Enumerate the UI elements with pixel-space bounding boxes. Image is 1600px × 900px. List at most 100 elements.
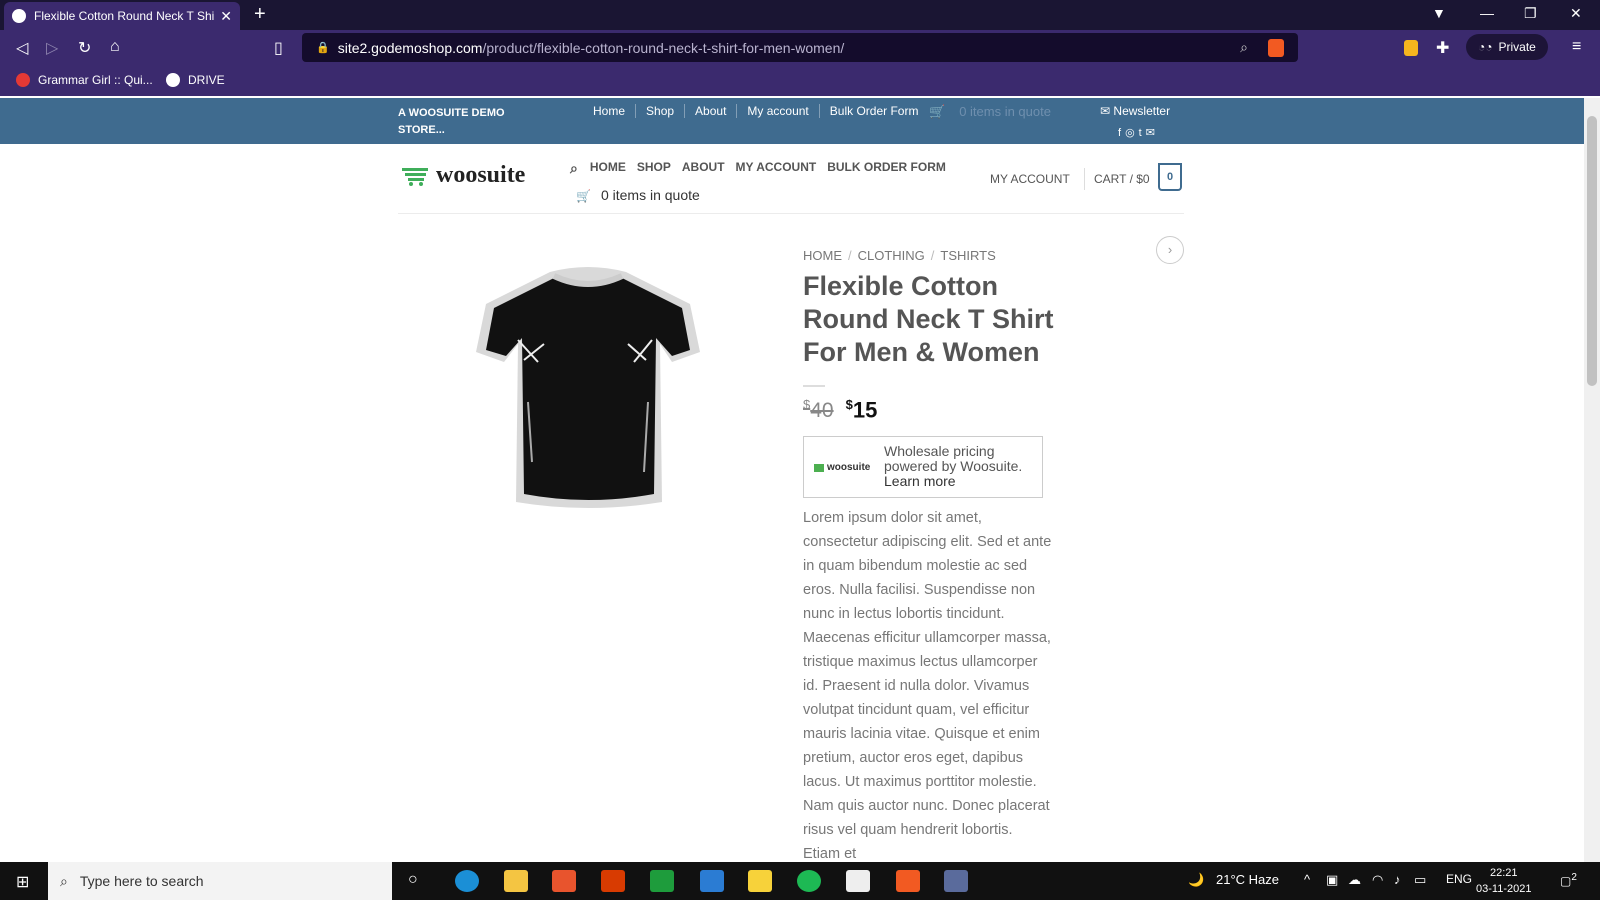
top-nav-shop[interactable]: Shop — [636, 104, 686, 118]
rewards-icon[interactable] — [1404, 40, 1418, 56]
search-placeholder: Type here to search — [79, 873, 204, 889]
battery-icon[interactable]: ▭ — [1414, 872, 1426, 888]
bookmark-grammar-girl[interactable]: Grammar Girl :: Qui... — [16, 73, 153, 87]
envelope-icon: ✉ — [1100, 104, 1111, 118]
edge-icon[interactable] — [455, 870, 479, 892]
wholesale-logo-text: woosuite — [827, 462, 871, 473]
cart-icon: 🛒 — [929, 104, 946, 119]
old-price-value: 40 — [810, 399, 834, 423]
browser-tab[interactable]: Flexible Cotton Round Neck T Shi ✕ — [4, 2, 240, 30]
quote-label: 0 items in quote — [600, 187, 700, 203]
logo-cart-icon — [402, 167, 428, 186]
wholesale-text: Wholesale pricing powered by Woosuite. L… — [884, 444, 1040, 489]
store-icon[interactable] — [700, 870, 724, 892]
calculator-icon[interactable] — [944, 870, 968, 892]
volume-icon[interactable]: ♪ — [1394, 872, 1401, 887]
email-icon[interactable]: ✉ — [1146, 127, 1159, 139]
taskbar-search[interactable]: ⌕ Type here to search — [48, 862, 392, 900]
top-nav-home[interactable]: Home — [583, 104, 637, 118]
newsletter-label: Newsletter — [1113, 104, 1171, 118]
nav-shop[interactable]: SHOP — [637, 160, 671, 177]
sale-price-value: 15 — [852, 397, 878, 423]
twitter-icon[interactable]: t — [1139, 127, 1146, 139]
cart-count-badge[interactable]: 0 — [1158, 163, 1182, 191]
breadcrumb-separator: / — [848, 248, 852, 263]
breadcrumb-home[interactable]: HOME — [803, 248, 842, 263]
notification-count: 2 — [1571, 872, 1577, 883]
brave-icon[interactable] — [896, 870, 920, 892]
page-scrollbar[interactable] — [1584, 98, 1600, 862]
search-icon[interactable]: ⌕ — [570, 160, 578, 177]
grammar-girl-icon — [16, 73, 30, 87]
bookmark-icon[interactable]: ▯ — [274, 38, 283, 58]
weather-text[interactable]: 21°C Haze — [1216, 872, 1279, 887]
close-window-button[interactable]: ✕ — [1570, 5, 1582, 22]
extensions-icon[interactable]: ✚ — [1436, 38, 1449, 58]
private-window-badge[interactable]: ◔◔ Private — [1466, 34, 1548, 60]
chevron-up-icon[interactable]: ^ — [1304, 872, 1310, 887]
logo-wordmark: woosuite — [436, 162, 526, 188]
product-title: Flexible Cotton Round Neck T Shirt For M… — [803, 271, 1054, 367]
header-my-account[interactable]: MY ACCOUNT — [990, 172, 1070, 186]
nav-home[interactable]: HOME — [590, 160, 626, 177]
header-cart-link[interactable]: CART / $0 — [1094, 172, 1150, 186]
social-icons: f◎t✉ — [1118, 126, 1159, 139]
site-top-bar: A WOOSUITE DEMO STORE... Home Shop About… — [0, 98, 1584, 144]
quote-link[interactable]: 🛒 0 items in quote — [576, 187, 700, 203]
learn-more-link[interactable]: Learn more — [884, 473, 956, 489]
nav-about[interactable]: ABOUT — [682, 160, 725, 177]
globe-icon — [12, 9, 26, 23]
instagram-icon[interactable]: ◎ — [1125, 127, 1139, 139]
site-header: woosuite ⌕ HOME SHOP ABOUT MY ACCOUNT BU… — [398, 144, 1184, 214]
zoom-icon[interactable]: ⌕ — [1240, 39, 1248, 56]
top-nav: Home Shop About My account Bulk Order Fo… — [583, 104, 928, 118]
minimize-button[interactable]: — — [1480, 5, 1494, 21]
forward-icon[interactable]: ▷ — [46, 38, 58, 58]
lock-icon: 🔒 — [316, 42, 330, 54]
office-icon[interactable] — [601, 870, 625, 892]
top-nav-bulk-order[interactable]: Bulk Order Form — [820, 104, 929, 118]
next-product-button[interactable]: › — [1156, 236, 1184, 264]
private-glasses-icon: ◔◔ — [1478, 40, 1493, 54]
tab-search-icon[interactable]: ▼ — [1432, 5, 1446, 21]
language-indicator[interactable]: ENG — [1446, 872, 1472, 886]
clock[interactable]: 22:21 03-11-2021 — [1476, 865, 1531, 897]
address-bar[interactable]: 🔒 site2.godemoshop.com /product/flexible… — [302, 33, 1298, 62]
site-logo[interactable]: woosuite — [402, 162, 525, 189]
back-icon[interactable]: ◁ — [16, 38, 28, 58]
newsletter-link[interactable]: ✉ Newsletter — [1100, 104, 1170, 118]
bookmark-drive[interactable]: DRIVE — [166, 73, 225, 87]
nav-my-account[interactable]: MY ACCOUNT — [736, 160, 817, 177]
file-explorer-icon[interactable] — [504, 870, 528, 892]
reload-icon[interactable]: ↻ — [78, 38, 91, 58]
home-icon[interactable]: ⌂ — [110, 38, 120, 56]
brave-shield-icon[interactable] — [1268, 38, 1284, 57]
product-description: Lorem ipsum dolor sit amet, consectetur … — [803, 510, 1052, 862]
windows-start-icon[interactable]: ⊞ — [16, 872, 29, 892]
notepad-icon[interactable] — [846, 870, 870, 892]
product-image[interactable] — [468, 262, 708, 512]
notifications-icon[interactable]: ▢2 — [1560, 872, 1577, 888]
top-nav-my-account[interactable]: My account — [737, 104, 820, 118]
close-tab-icon[interactable]: ✕ — [220, 8, 232, 25]
top-nav-about[interactable]: About — [685, 104, 738, 118]
nav-bulk-order[interactable]: BULK ORDER FORM — [827, 160, 946, 177]
cart-icon: 🛒 — [576, 189, 591, 203]
breadcrumb-tshirts[interactable]: TSHIRTS — [940, 248, 995, 263]
task-view-icon[interactable]: ○ — [408, 871, 418, 889]
restore-button[interactable]: ❐ — [1524, 5, 1537, 22]
meet-icon[interactable]: ▣ — [1326, 872, 1338, 888]
onedrive-icon[interactable]: ☁ — [1348, 872, 1361, 888]
spreadsheet-icon[interactable] — [650, 870, 674, 892]
new-tab-button[interactable]: + — [254, 3, 266, 26]
top-quote-link[interactable]: 🛒 0 items in quote — [929, 104, 1051, 120]
breadcrumb-clothing[interactable]: CLOTHING — [858, 248, 925, 263]
facebook-icon[interactable]: f — [1118, 127, 1125, 139]
brave-beta-icon[interactable] — [552, 870, 576, 892]
menu-icon[interactable]: ≡ — [1572, 38, 1581, 56]
scrollbar-thumb[interactable] — [1587, 116, 1597, 386]
spotify-icon[interactable] — [797, 870, 821, 892]
tab-title: Flexible Cotton Round Neck T Shi — [34, 9, 215, 23]
sticky-notes-icon[interactable] — [748, 870, 772, 892]
wifi-icon[interactable]: ◠ — [1372, 872, 1383, 888]
